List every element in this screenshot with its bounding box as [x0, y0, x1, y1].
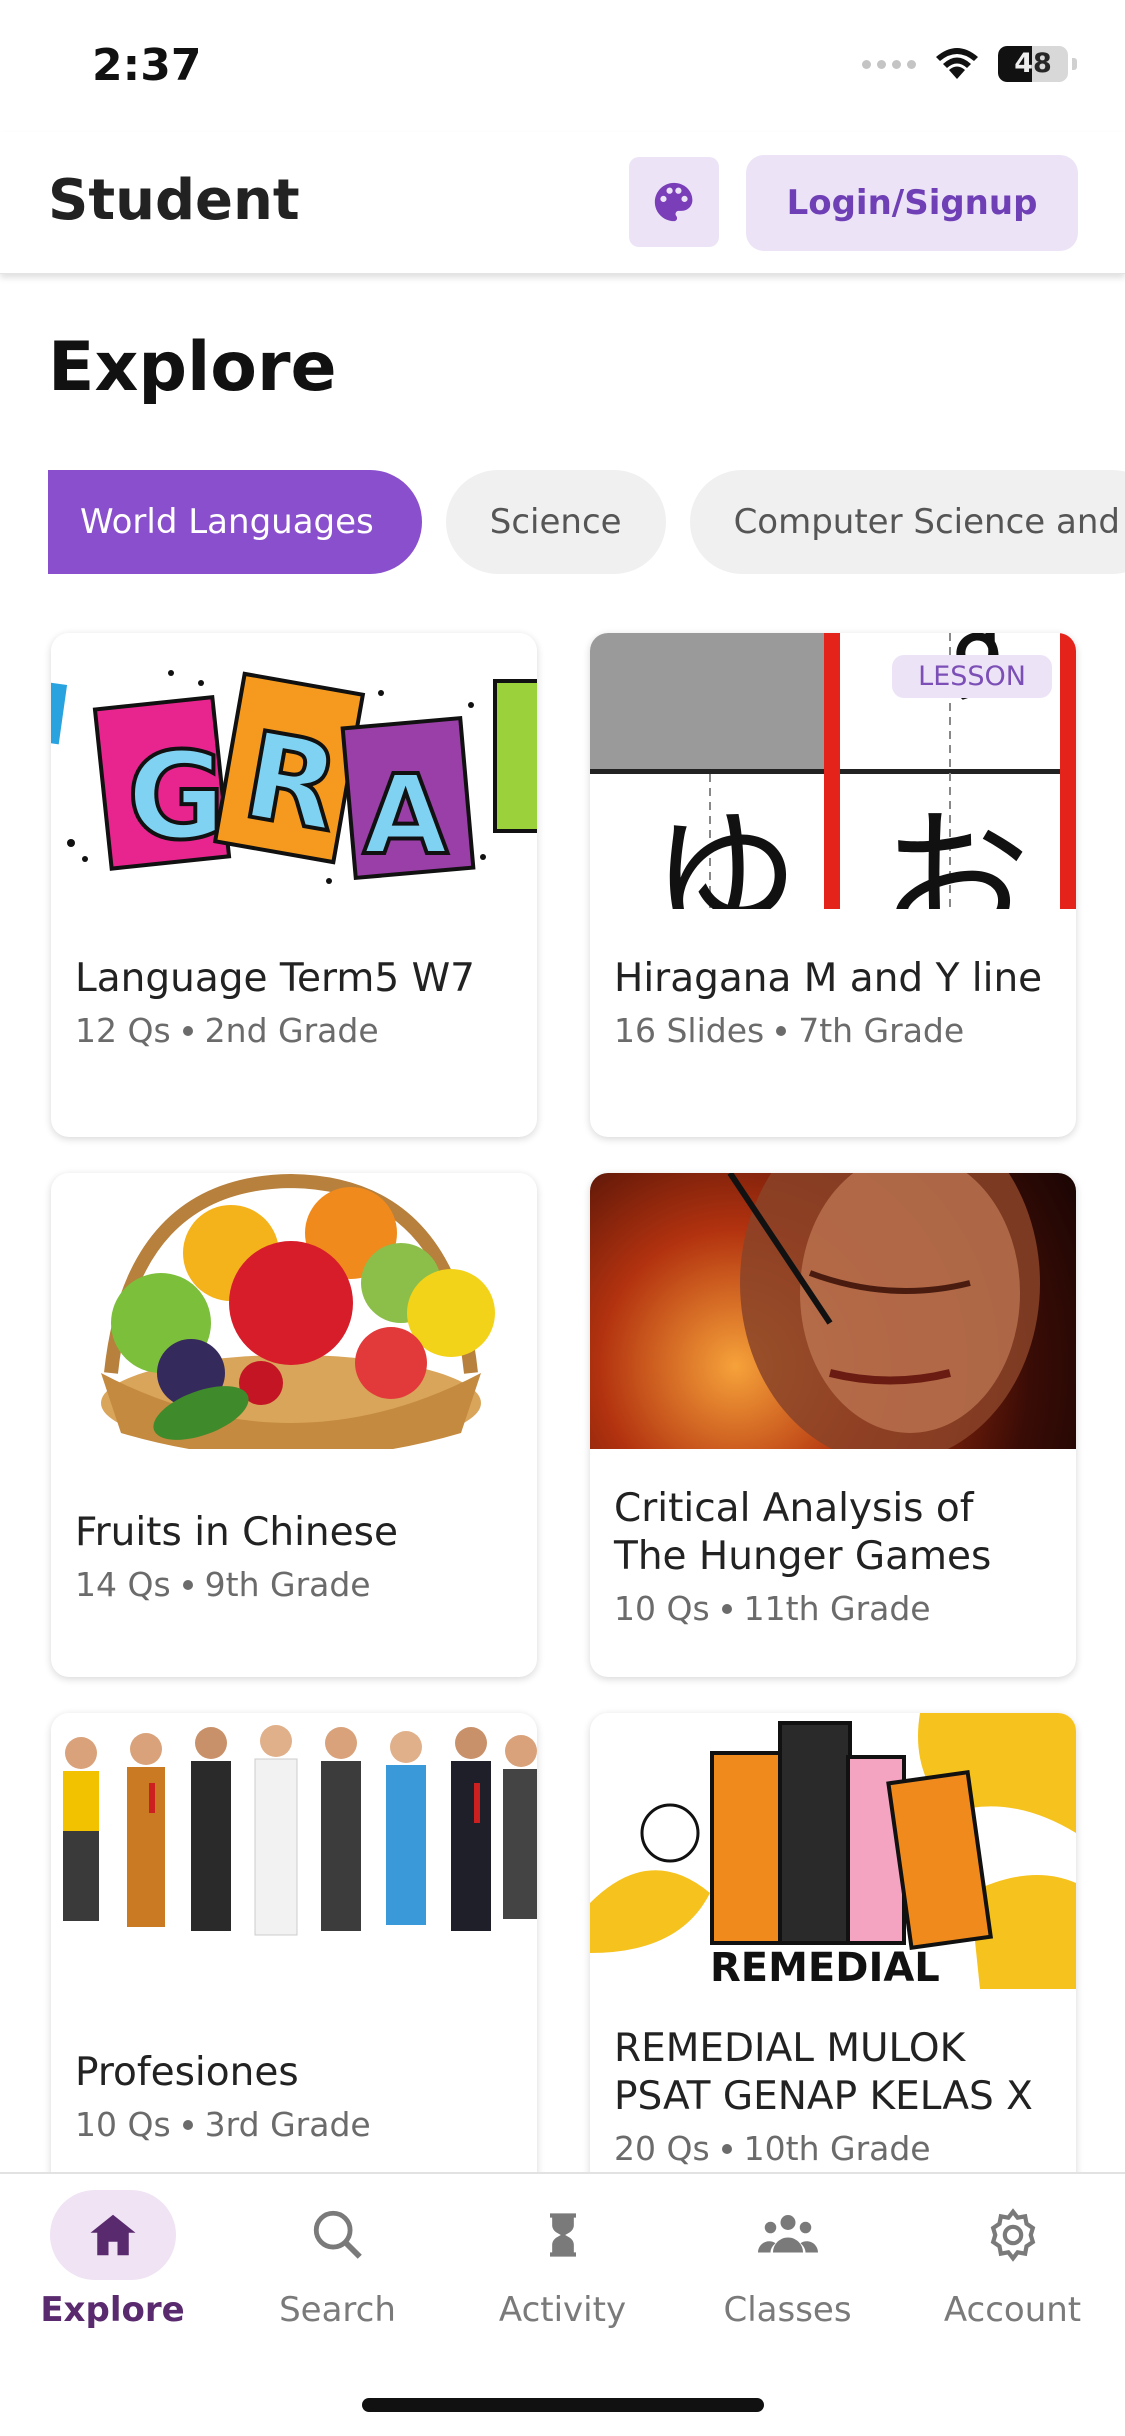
question-count: 14 Qs: [75, 1565, 171, 1604]
home-icon: [49, 2190, 176, 2280]
app-title: Student: [48, 168, 300, 233]
card-title: Fruits in Chinese: [75, 1510, 398, 1555]
bottom-nav: Explore Search Activity Classes Account: [0, 2172, 1125, 2436]
activity-card[interactable]: Fruits in Chinese 14 Qs 9th Grade: [51, 1173, 537, 1677]
question-count: 10 Qs: [614, 1589, 710, 1628]
people-icon: [725, 2190, 851, 2280]
palette-icon: [654, 182, 693, 222]
activity-card[interactable]: ゆ お す LESSON Hiragana M and Y line 16 Sl…: [590, 633, 1076, 1137]
hunger-games-image: [590, 1173, 1076, 1449]
remedial-image-text: REMEDIAL: [710, 1945, 940, 1989]
grade-level: 11th Grade: [743, 1589, 931, 1628]
gear-icon: [950, 2190, 1076, 2280]
card-meta: 20 Qs 10th Grade: [614, 2129, 1052, 2168]
battery-level: 48: [1014, 48, 1052, 79]
nav-explore[interactable]: Explore: [0, 2190, 225, 2330]
grade-level: 7th Grade: [798, 1011, 965, 1050]
gra-letters-image: G R A: [51, 633, 537, 909]
search-icon: [275, 2190, 401, 2280]
nav-label: Explore: [40, 2290, 185, 2330]
activity-card[interactable]: REMEDIAL REMEDIAL MULOK PSAT GENAP KELAS…: [590, 1713, 1076, 2193]
card-title: REMEDIAL MULOK PSAT GENAP KELAS X: [614, 2026, 1033, 2119]
question-count: 10 Qs: [75, 2105, 171, 2144]
remedial-books-image: REMEDIAL: [590, 1713, 1076, 1989]
professions-image: [51, 1713, 537, 1989]
hourglass-icon: [500, 2190, 626, 2280]
status-bar: 2:37 48: [0, 0, 1125, 132]
cellular-signal-icon: [862, 59, 916, 69]
category-chips: World Languages Science Computer Science…: [48, 470, 1125, 574]
nav-classes[interactable]: Classes: [675, 2190, 900, 2330]
page-title: Explore: [48, 328, 337, 407]
grade-level: 3rd Grade: [204, 2105, 371, 2144]
status-time: 2:37: [92, 40, 202, 91]
card-title: Language Term5 W7: [75, 956, 475, 1001]
card-title: Critical Analysis of The Hunger Games: [614, 1486, 992, 1579]
nav-label: Account: [943, 2290, 1082, 2330]
svg-text:ゆ: ゆ: [650, 795, 800, 909]
lesson-badge: LESSON: [892, 655, 1052, 698]
svg-text:A: A: [363, 751, 448, 879]
nav-label: Search: [279, 2290, 396, 2330]
chip-world-languages[interactable]: World Languages: [48, 470, 422, 574]
svg-text:G: G: [127, 728, 226, 867]
question-count: 20 Qs: [614, 2129, 710, 2168]
chip-computer-science[interactable]: Computer Science and: [689, 470, 1125, 574]
nav-activity[interactable]: Activity: [450, 2190, 675, 2330]
question-count: 12 Qs: [75, 1011, 171, 1050]
activity-card[interactable]: Profesiones 10 Qs 3rd Grade: [51, 1713, 537, 2193]
hiragana-image: ゆ お す LESSON: [590, 633, 1076, 909]
svg-text:お: お: [880, 795, 1030, 909]
card-meta: 10 Qs 11th Grade: [614, 1589, 1052, 1628]
battery-icon: 48: [998, 46, 1068, 82]
card-meta: 12 Qs 2nd Grade: [75, 1011, 513, 1050]
card-meta: 14 Qs 9th Grade: [75, 1565, 513, 1604]
theme-button[interactable]: [629, 157, 719, 247]
grade-level: 9th Grade: [204, 1565, 371, 1604]
home-indicator: [362, 2398, 764, 2412]
nav-label: Classes: [723, 2290, 852, 2330]
chip-science[interactable]: Science: [445, 470, 666, 574]
card-meta: 16 Slides 7th Grade: [614, 1011, 1052, 1050]
nav-account[interactable]: Account: [900, 2190, 1125, 2330]
login-signup-button[interactable]: Login/Signup: [746, 155, 1078, 251]
nav-label: Activity: [498, 2290, 627, 2330]
status-icons: 48: [862, 46, 1077, 82]
activity-card[interactable]: G R A Language Term5 W7 12 Qs 2nd Grade: [51, 633, 537, 1137]
activity-card[interactable]: Critical Analysis of The Hunger Games 10…: [590, 1173, 1076, 1677]
card-title: Profesiones: [75, 2050, 299, 2095]
wifi-icon: [936, 48, 978, 79]
fruit-basket-image: [51, 1173, 537, 1449]
grade-level: 10th Grade: [743, 2129, 931, 2168]
card-meta: 10 Qs 3rd Grade: [75, 2105, 513, 2144]
slide-count: 16 Slides: [614, 1011, 765, 1050]
card-title: Hiragana M and Y line: [614, 956, 1043, 1001]
nav-search[interactable]: Search: [225, 2190, 450, 2330]
grade-level: 2nd Grade: [204, 1011, 379, 1050]
app-header: Student Login/Signup: [0, 132, 1125, 274]
